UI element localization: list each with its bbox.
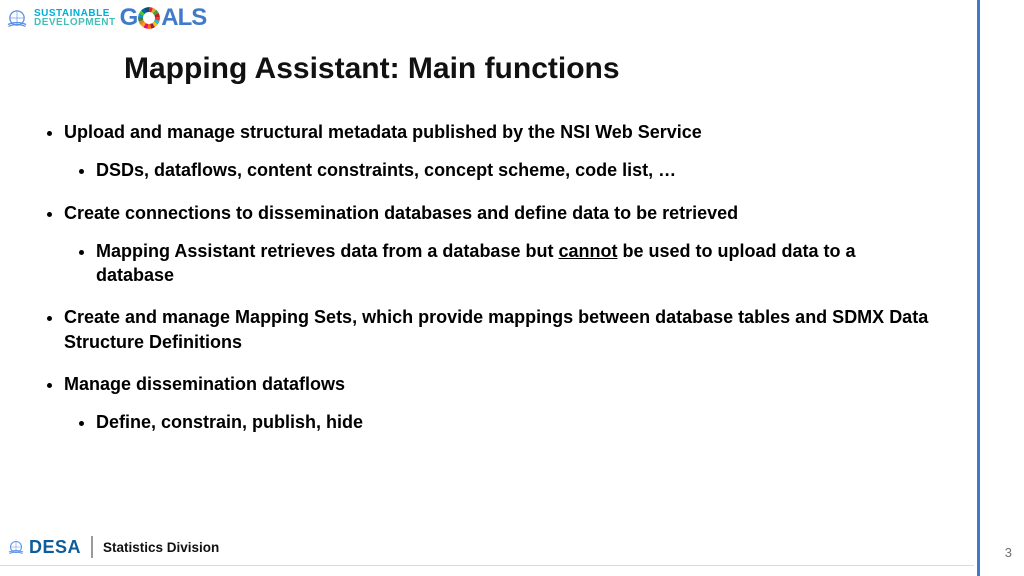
desa-logo: DESA	[6, 536, 93, 558]
goals-suffix: ALS	[161, 4, 206, 32]
page-number: 3	[1005, 545, 1012, 560]
footer-rule	[0, 565, 974, 566]
bullet-4-text: Manage dissemination dataflows	[64, 374, 345, 394]
bullet-3: Create and manage Mapping Sets, which pr…	[64, 305, 934, 354]
footer: DESA Statistics Division	[0, 536, 1000, 558]
right-accent-bar	[977, 0, 980, 576]
bullet-2a-pre: Mapping Assistant retrieves data from a …	[96, 241, 558, 261]
un-emblem-small-icon	[6, 537, 26, 557]
bullet-1-text: Upload and manage structural metadata pu…	[64, 122, 702, 142]
bullet-1a: DSDs, dataflows, content constraints, co…	[96, 158, 934, 182]
sdg-logo: SUSTAINABLE DEVELOPMENT G ALS	[4, 4, 206, 32]
bullet-2a-underline: cannot	[558, 241, 617, 261]
slide-content: Upload and manage structural metadata pu…	[46, 120, 934, 453]
slide: SUSTAINABLE DEVELOPMENT G ALS Mapping As…	[0, 0, 1024, 576]
sdg-color-wheel-icon	[138, 7, 160, 29]
bullet-1: Upload and manage structural metadata pu…	[64, 120, 934, 183]
bullet-2a: Mapping Assistant retrieves data from a …	[96, 239, 934, 288]
sdg-line2: DEVELOPMENT	[34, 18, 116, 27]
un-emblem-icon	[4, 5, 30, 31]
bullet-2: Create connections to dissemination data…	[64, 201, 934, 288]
footer-subdivision: Statistics Division	[103, 540, 219, 555]
desa-word: DESA	[29, 537, 81, 558]
goals-word: G ALS	[120, 4, 207, 32]
sdg-text: SUSTAINABLE DEVELOPMENT	[34, 9, 116, 27]
goals-prefix: G	[120, 4, 138, 32]
bullet-2-text: Create connections to dissemination data…	[64, 203, 738, 223]
bullet-4a: Define, constrain, publish, hide	[96, 410, 934, 434]
bullet-4: Manage dissemination dataflows Define, c…	[64, 372, 934, 435]
slide-title: Mapping Assistant: Main functions	[124, 52, 620, 86]
